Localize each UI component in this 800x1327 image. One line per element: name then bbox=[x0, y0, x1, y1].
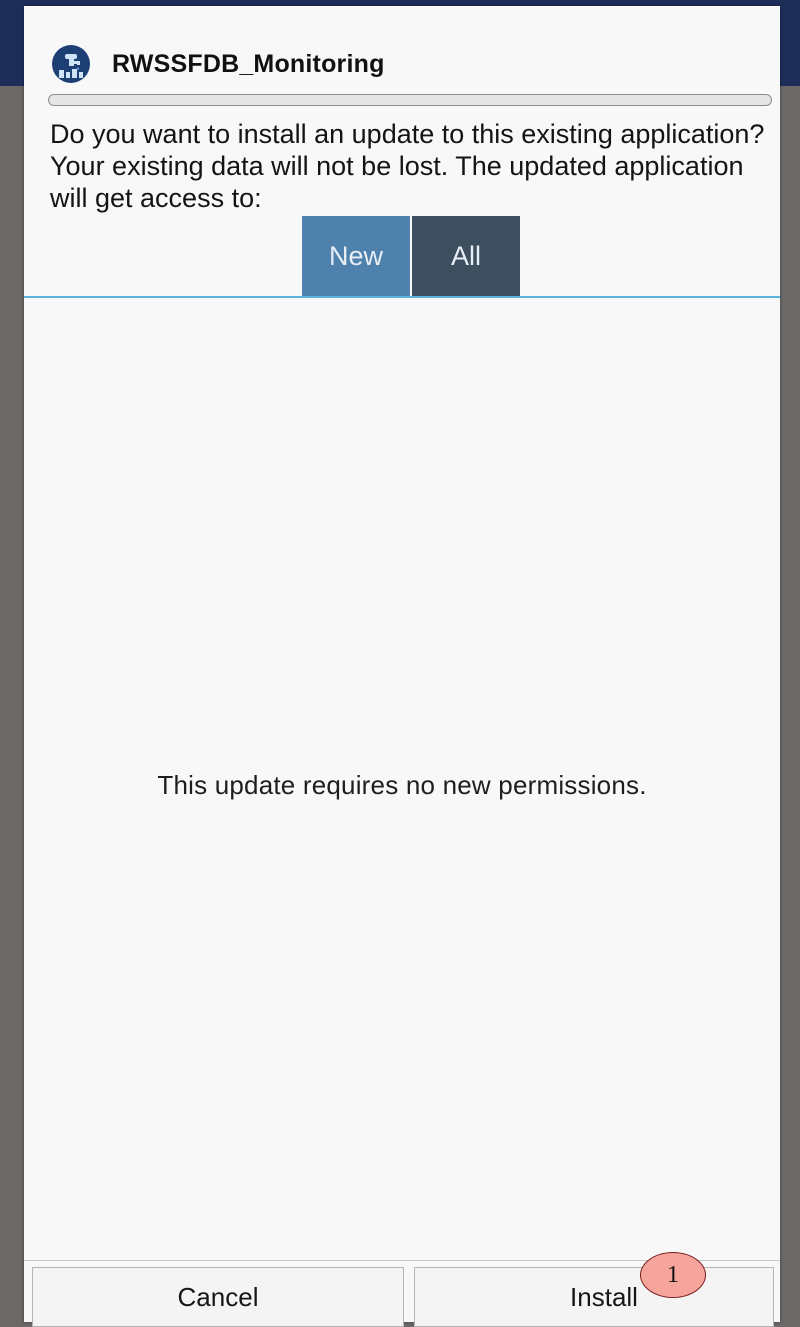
tab-new[interactable]: New bbox=[302, 216, 410, 297]
tab-all[interactable]: All bbox=[412, 216, 520, 297]
app-title: RWSSFDB_Monitoring bbox=[112, 49, 385, 78]
annotation-marker: 1 bbox=[640, 1252, 706, 1298]
install-button-label: Install bbox=[570, 1281, 638, 1312]
update-message: Do you want to install an update to this… bbox=[50, 119, 765, 213]
background-left-edge bbox=[0, 86, 24, 1326]
water-tap-app-icon bbox=[52, 45, 90, 83]
tab-underline bbox=[24, 296, 780, 298]
background-right-edge bbox=[780, 86, 800, 1326]
no-permissions-text: This update requires no new permissions. bbox=[157, 770, 647, 800]
install-dialog: RWSSFDB_Monitoring Do you want to instal… bbox=[24, 6, 780, 1327]
install-button[interactable]: Install bbox=[414, 1267, 774, 1327]
dialog-title-row: RWSSFDB_Monitoring bbox=[52, 44, 385, 84]
install-progress-bar bbox=[48, 94, 772, 106]
permission-tabs: New All bbox=[302, 216, 520, 297]
cancel-button[interactable]: Cancel bbox=[32, 1267, 404, 1327]
